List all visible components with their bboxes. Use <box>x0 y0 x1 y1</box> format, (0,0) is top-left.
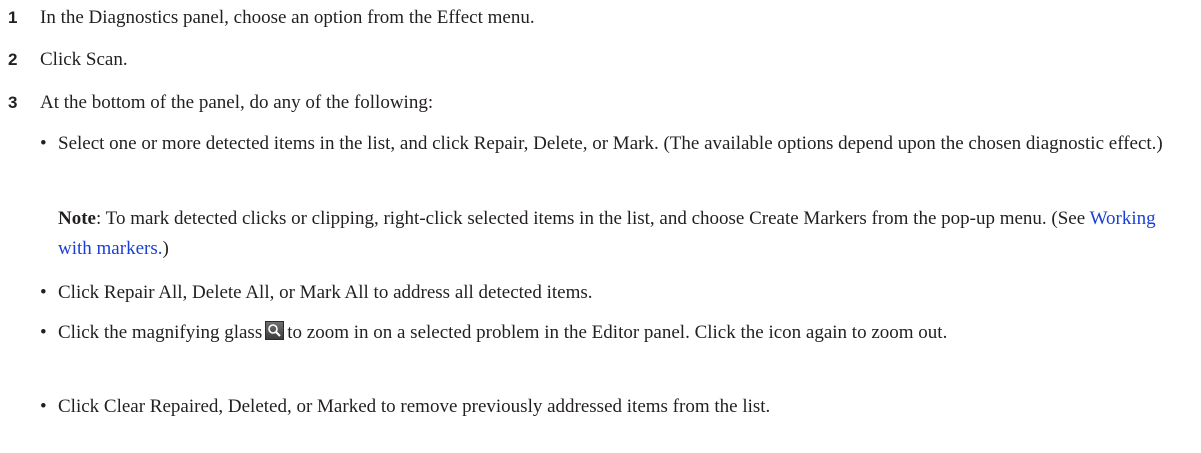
bullet-text: Click Repair All, Delete All, or Mark Al… <box>58 282 593 303</box>
bullet-marker: • <box>40 133 47 154</box>
step-text: In the Diagnostics panel, choose an opti… <box>40 7 535 28</box>
bullet-text: Select one or more detected items in the… <box>58 133 1163 154</box>
bullet-text: Click the magnifying glass to zoom in on … <box>58 318 1168 348</box>
note-label: Note <box>58 208 96 229</box>
step-number: 2 <box>8 50 18 69</box>
bullet-marker: • <box>40 396 47 417</box>
step-number: 3 <box>8 93 18 112</box>
step-number: 1 <box>8 8 18 27</box>
bullet-marker: • <box>40 282 47 303</box>
magnifying-glass-icon <box>265 321 285 340</box>
step-text: At the bottom of the panel, do any of th… <box>40 92 434 113</box>
note-text: : To mark detected clicks or clipping, r… <box>95 208 1090 229</box>
step-text: Click Scan. <box>40 49 128 70</box>
bullet-text-start: Click the magnifying glass <box>58 322 263 343</box>
note-text-end: ) <box>162 238 169 259</box>
bullet-text: Click Clear Repaired, Deleted, or Marked… <box>58 396 771 417</box>
note: Note: To mark detected clicks or clippin… <box>58 204 1178 264</box>
bullet-marker: • <box>40 322 47 343</box>
bullet-text-end: to zoom in on a selected problem in the … <box>287 322 948 343</box>
